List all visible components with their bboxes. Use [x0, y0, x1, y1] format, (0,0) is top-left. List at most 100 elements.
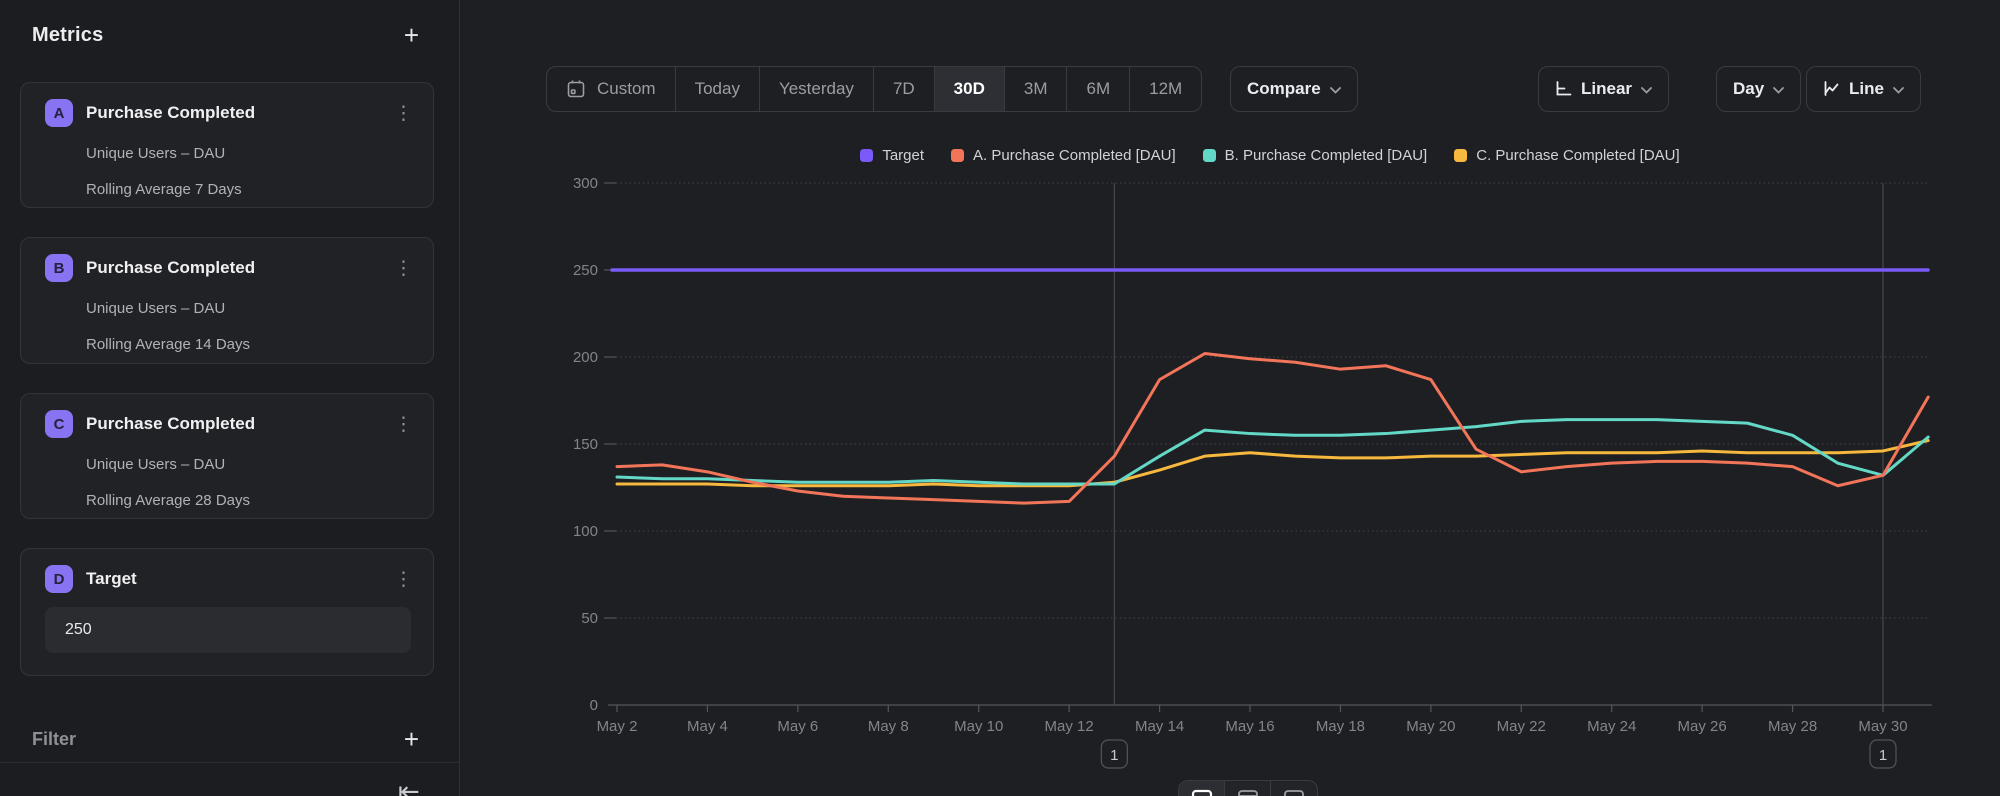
legend-swatch-a — [951, 149, 964, 162]
range-label: 12M — [1149, 79, 1182, 99]
chart-legend: Target A. Purchase Completed [DAU] B. Pu… — [610, 147, 1930, 164]
svg-text:May 18: May 18 — [1316, 718, 1365, 735]
line-chart-icon — [1823, 81, 1840, 97]
compare-dropdown[interactable]: Compare — [1230, 66, 1358, 112]
svg-text:May 12: May 12 — [1045, 718, 1094, 735]
svg-text:May 2: May 2 — [597, 718, 638, 735]
metric-badge-c: C — [45, 410, 73, 438]
svg-text:May 14: May 14 — [1135, 718, 1184, 735]
metric-card-b-header: B Purchase Completed ⋮ — [45, 254, 419, 282]
range-6m-button[interactable]: 6M — [1067, 67, 1130, 111]
legend-item-a[interactable]: A. Purchase Completed [DAU] — [951, 147, 1176, 164]
metric-rolling-average[interactable]: Rolling Average 28 Days — [86, 492, 250, 509]
chevron-down-icon — [1773, 87, 1784, 94]
target-value-input[interactable]: 250 — [45, 607, 411, 653]
metric-card-a-header: A Purchase Completed ⋮ — [45, 99, 419, 127]
svg-text:1: 1 — [1879, 747, 1887, 764]
svg-text:May 28: May 28 — [1768, 718, 1817, 735]
svg-text:May 10: May 10 — [954, 718, 1003, 735]
range-label: 30D — [954, 79, 985, 99]
kebab-menu-icon[interactable]: ⋮ — [388, 257, 419, 280]
svg-text:May 30: May 30 — [1858, 718, 1907, 735]
chart-type-dropdown[interactable]: Line — [1806, 66, 1921, 112]
metric-measurement[interactable]: Unique Users – DAU — [86, 145, 225, 162]
metric-badge-b: B — [45, 254, 73, 282]
metric-card-c-header: C Purchase Completed ⋮ — [45, 410, 419, 438]
calendar-icon — [566, 79, 586, 99]
range-7d-button[interactable]: 7D — [874, 67, 935, 111]
range-12m-button[interactable]: 12M — [1130, 67, 1201, 111]
chart-view-toggle — [1178, 780, 1318, 796]
svg-text:50: 50 — [581, 610, 598, 627]
metric-measurement[interactable]: Unique Users – DAU — [86, 456, 225, 473]
view-chart-table-button[interactable] — [1225, 781, 1271, 796]
filter-label: Filter — [32, 729, 76, 750]
svg-text:200: 200 — [573, 349, 598, 366]
range-custom-button[interactable]: Custom — [547, 67, 676, 111]
linear-axis-icon — [1555, 81, 1572, 97]
metric-card-c[interactable]: C Purchase Completed ⋮ Unique Users – DA… — [20, 393, 434, 519]
legend-item-c[interactable]: C. Purchase Completed [DAU] — [1454, 147, 1679, 164]
svg-text:100: 100 — [573, 523, 598, 540]
legend-swatch-c — [1454, 149, 1467, 162]
view-chart-button[interactable] — [1179, 781, 1225, 796]
metric-title: Purchase Completed — [86, 414, 388, 434]
metric-card-a[interactable]: A Purchase Completed ⋮ Unique Users – DA… — [20, 82, 434, 208]
range-label: 3M — [1024, 79, 1048, 99]
legend-label: C. Purchase Completed [DAU] — [1476, 147, 1679, 164]
compare-label: Compare — [1247, 79, 1321, 99]
range-today-button[interactable]: Today — [676, 67, 760, 111]
view-table-button[interactable] — [1271, 781, 1317, 796]
chevron-down-icon — [1330, 87, 1341, 94]
svg-text:May 20: May 20 — [1406, 718, 1455, 735]
range-label: Yesterday — [779, 79, 854, 99]
target-title: Target — [86, 569, 388, 589]
date-range-selector: Custom Today Yesterday 7D 30D 3M 6M 12M — [546, 66, 1202, 112]
collapse-sidebar-icon[interactable]: ⇤ — [398, 776, 420, 796]
target-card[interactable]: D Target ⋮ 250 — [20, 548, 434, 676]
chart-type-label: Line — [1849, 79, 1884, 99]
range-label: 7D — [893, 79, 915, 99]
chevron-down-icon — [1641, 87, 1652, 94]
metric-title: Purchase Completed — [86, 103, 388, 123]
svg-text:May 26: May 26 — [1678, 718, 1727, 735]
range-label: Custom — [597, 79, 656, 99]
legend-swatch-b — [1203, 149, 1216, 162]
scale-dropdown[interactable]: Linear — [1538, 66, 1669, 112]
legend-item-b[interactable]: B. Purchase Completed [DAU] — [1203, 147, 1428, 164]
metric-measurement[interactable]: Unique Users – DAU — [86, 300, 225, 317]
metric-rolling-average[interactable]: Rolling Average 14 Days — [86, 336, 250, 353]
range-3m-button[interactable]: 3M — [1005, 67, 1068, 111]
svg-text:May 4: May 4 — [687, 718, 728, 735]
legend-label: A. Purchase Completed [DAU] — [973, 147, 1176, 164]
kebab-menu-icon[interactable]: ⋮ — [388, 568, 419, 591]
metric-card-b[interactable]: B Purchase Completed ⋮ Unique Users – DA… — [20, 237, 434, 364]
range-label: Today — [695, 79, 740, 99]
sidebar-divider — [0, 762, 460, 763]
svg-text:May 8: May 8 — [868, 718, 909, 735]
kebab-menu-icon[interactable]: ⋮ — [388, 102, 419, 125]
target-card-header: D Target ⋮ — [45, 565, 419, 593]
metric-title: Purchase Completed — [86, 258, 388, 278]
add-metric-button[interactable]: + — [404, 22, 419, 48]
metric-rolling-average[interactable]: Rolling Average 7 Days — [86, 181, 242, 198]
svg-text:May 24: May 24 — [1587, 718, 1636, 735]
scale-label: Linear — [1581, 79, 1632, 99]
add-filter-button[interactable]: + — [404, 726, 419, 752]
granularity-label: Day — [1733, 79, 1764, 99]
kebab-menu-icon[interactable]: ⋮ — [388, 413, 419, 436]
range-label: 6M — [1086, 79, 1110, 99]
granularity-dropdown[interactable]: Day — [1716, 66, 1801, 112]
chevron-down-icon — [1893, 87, 1904, 94]
svg-text:May 22: May 22 — [1497, 718, 1546, 735]
legend-label: Target — [882, 147, 924, 164]
legend-label: B. Purchase Completed [DAU] — [1225, 147, 1428, 164]
range-30d-button[interactable]: 30D — [935, 67, 1005, 111]
legend-item-target[interactable]: Target — [860, 147, 924, 164]
range-yesterday-button[interactable]: Yesterday — [760, 67, 874, 111]
filter-section: Filter + — [32, 726, 419, 752]
sidebar-header: Metrics + — [32, 22, 419, 48]
sidebar-title: Metrics — [32, 24, 103, 47]
metrics-sidebar: Metrics + A Purchase Completed ⋮ Unique … — [0, 0, 460, 796]
svg-text:250: 250 — [573, 262, 598, 279]
